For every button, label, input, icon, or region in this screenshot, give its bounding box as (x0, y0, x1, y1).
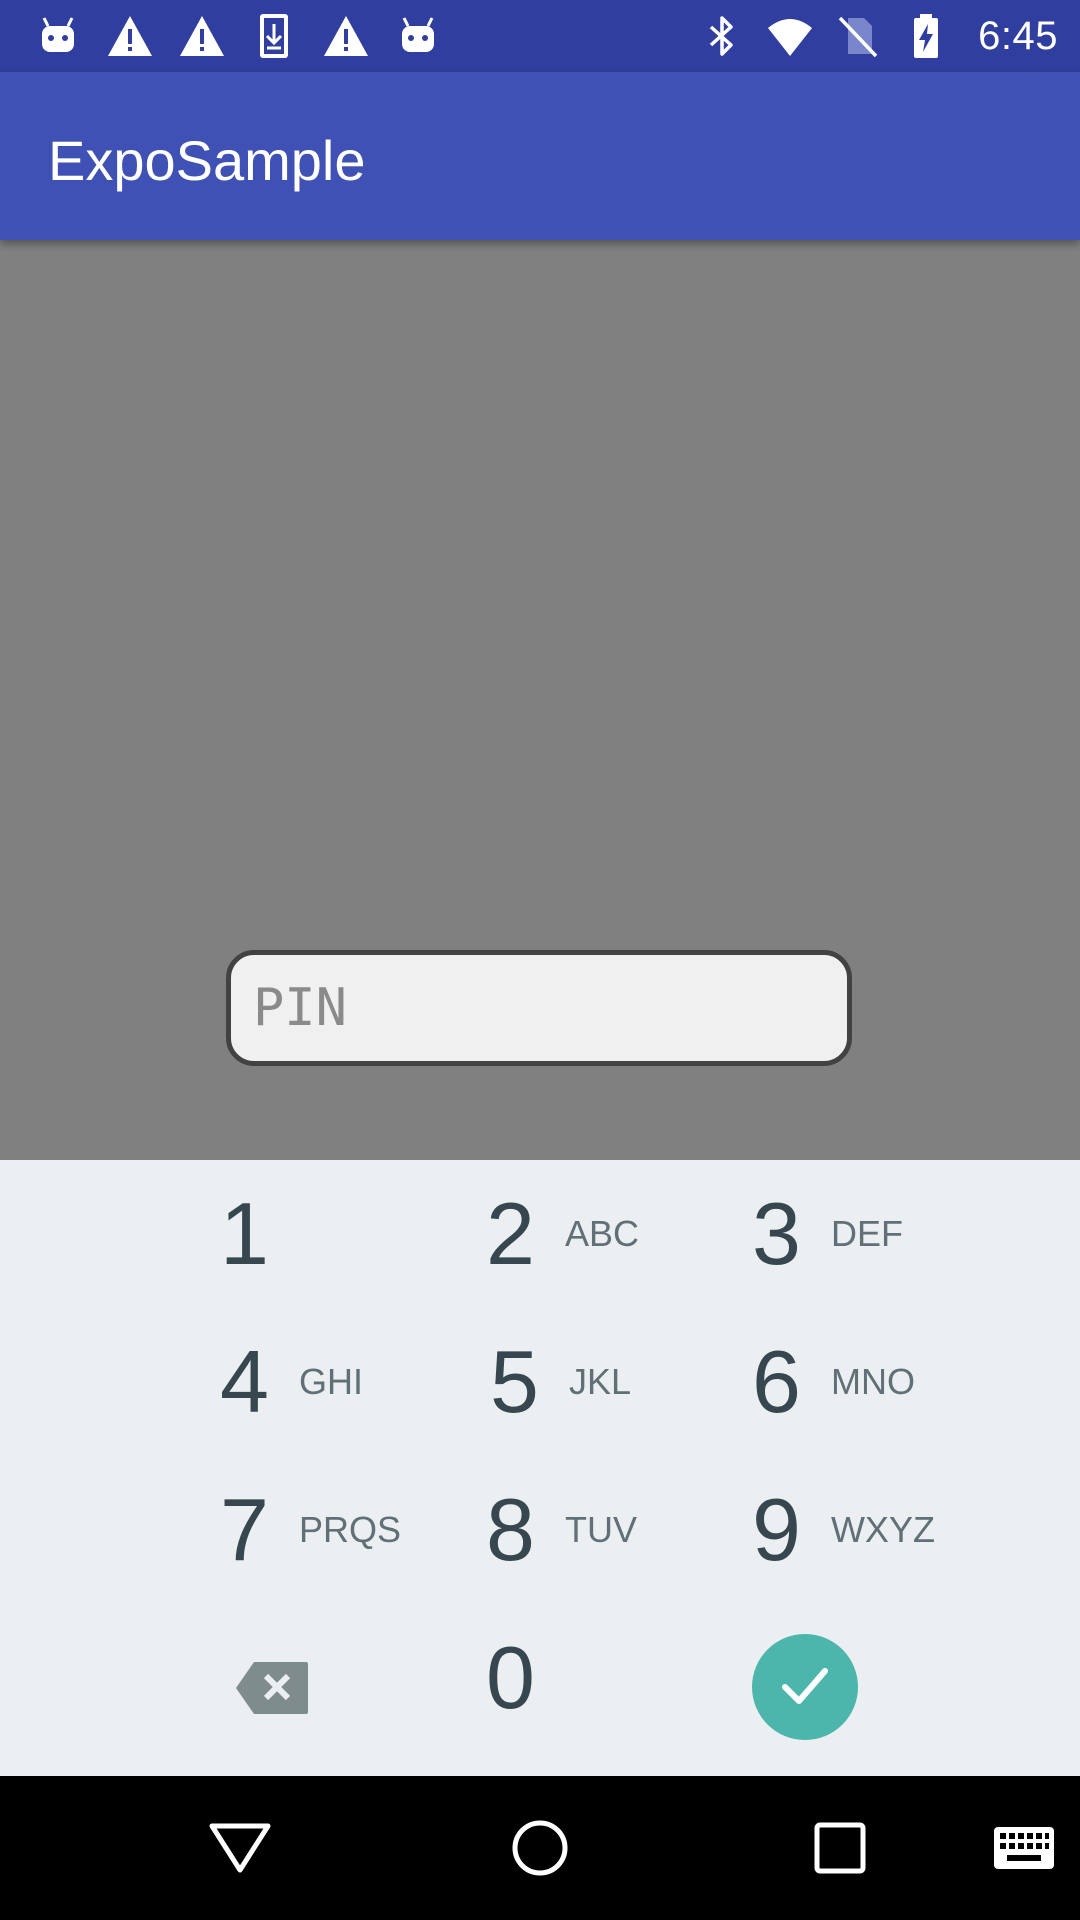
key-digit: 2 (486, 1184, 535, 1283)
recents-button[interactable] (804, 1812, 876, 1884)
clock: 6:45 (978, 13, 1058, 58)
key-7[interactable]: 7 PRQS (220, 1456, 401, 1604)
key-9[interactable]: 9 WXYZ (752, 1456, 935, 1604)
keyboard-switch-button[interactable] (984, 1812, 1064, 1884)
back-button[interactable] (204, 1812, 276, 1884)
key-digit: 0 (486, 1628, 535, 1727)
download-icon (250, 12, 298, 60)
warning-icon (322, 12, 370, 60)
key-5[interactable]: 5 JKL (490, 1308, 631, 1456)
key-digit: 6 (752, 1332, 801, 1431)
key-8[interactable]: 8 TUV (486, 1456, 637, 1604)
home-button[interactable] (504, 1812, 576, 1884)
back-icon (208, 1820, 272, 1876)
android-icon (34, 12, 82, 60)
keyboard-icon (993, 1826, 1055, 1870)
key-3[interactable]: 3 DEF (752, 1160, 903, 1308)
key-2[interactable]: 2 ABC (486, 1160, 639, 1308)
delete-button[interactable] (234, 1614, 310, 1762)
key-digit: 5 (490, 1332, 539, 1431)
confirm-button[interactable] (752, 1634, 858, 1740)
home-icon (510, 1818, 570, 1878)
app-title: ExpoSample (48, 129, 366, 192)
backspace-icon (234, 1660, 310, 1716)
key-letters: TUV (564, 1509, 637, 1550)
key-letters: GHI (298, 1361, 363, 1402)
warning-icon (178, 12, 226, 60)
navigation-bar (0, 1776, 1080, 1920)
key-digit: 7 (220, 1480, 269, 1579)
key-letters: ABC (564, 1213, 639, 1254)
system-icons: 6:45 (698, 12, 1058, 60)
app-bar: ExpoSample (0, 72, 1080, 240)
key-digit: 3 (752, 1184, 801, 1283)
recents-icon (813, 1821, 867, 1875)
checkmark-icon (777, 1657, 833, 1718)
key-4[interactable]: 4 GHI (220, 1308, 363, 1456)
bluetooth-icon (698, 12, 746, 60)
key-letters: PRQS (298, 1509, 401, 1550)
wifi-icon (766, 12, 814, 60)
pin-input[interactable] (226, 950, 852, 1066)
notification-icons (34, 12, 442, 60)
key-digit: 8 (486, 1480, 535, 1579)
warning-icon (106, 12, 154, 60)
status-bar: 6:45 (0, 0, 1080, 72)
numeric-keypad: 1 2 ABC 3 DEF 4 GHI 5 JKL 6 MNO 7 PRQS 8… (0, 1160, 1080, 1776)
key-digit: 4 (220, 1332, 269, 1431)
key-digit: 1 (220, 1184, 269, 1283)
key-letters: JKL (568, 1361, 631, 1402)
no-sim-icon (834, 12, 882, 60)
battery-charging-icon (902, 12, 950, 60)
key-letters: WXYZ (830, 1509, 935, 1550)
key-letters: MNO (830, 1361, 915, 1402)
key-letters: DEF (830, 1213, 903, 1254)
key-0[interactable]: 0 (486, 1604, 535, 1752)
android-icon (394, 12, 442, 60)
key-1[interactable]: 1 (220, 1160, 269, 1308)
key-6[interactable]: 6 MNO (752, 1308, 915, 1456)
key-digit: 9 (752, 1480, 801, 1579)
